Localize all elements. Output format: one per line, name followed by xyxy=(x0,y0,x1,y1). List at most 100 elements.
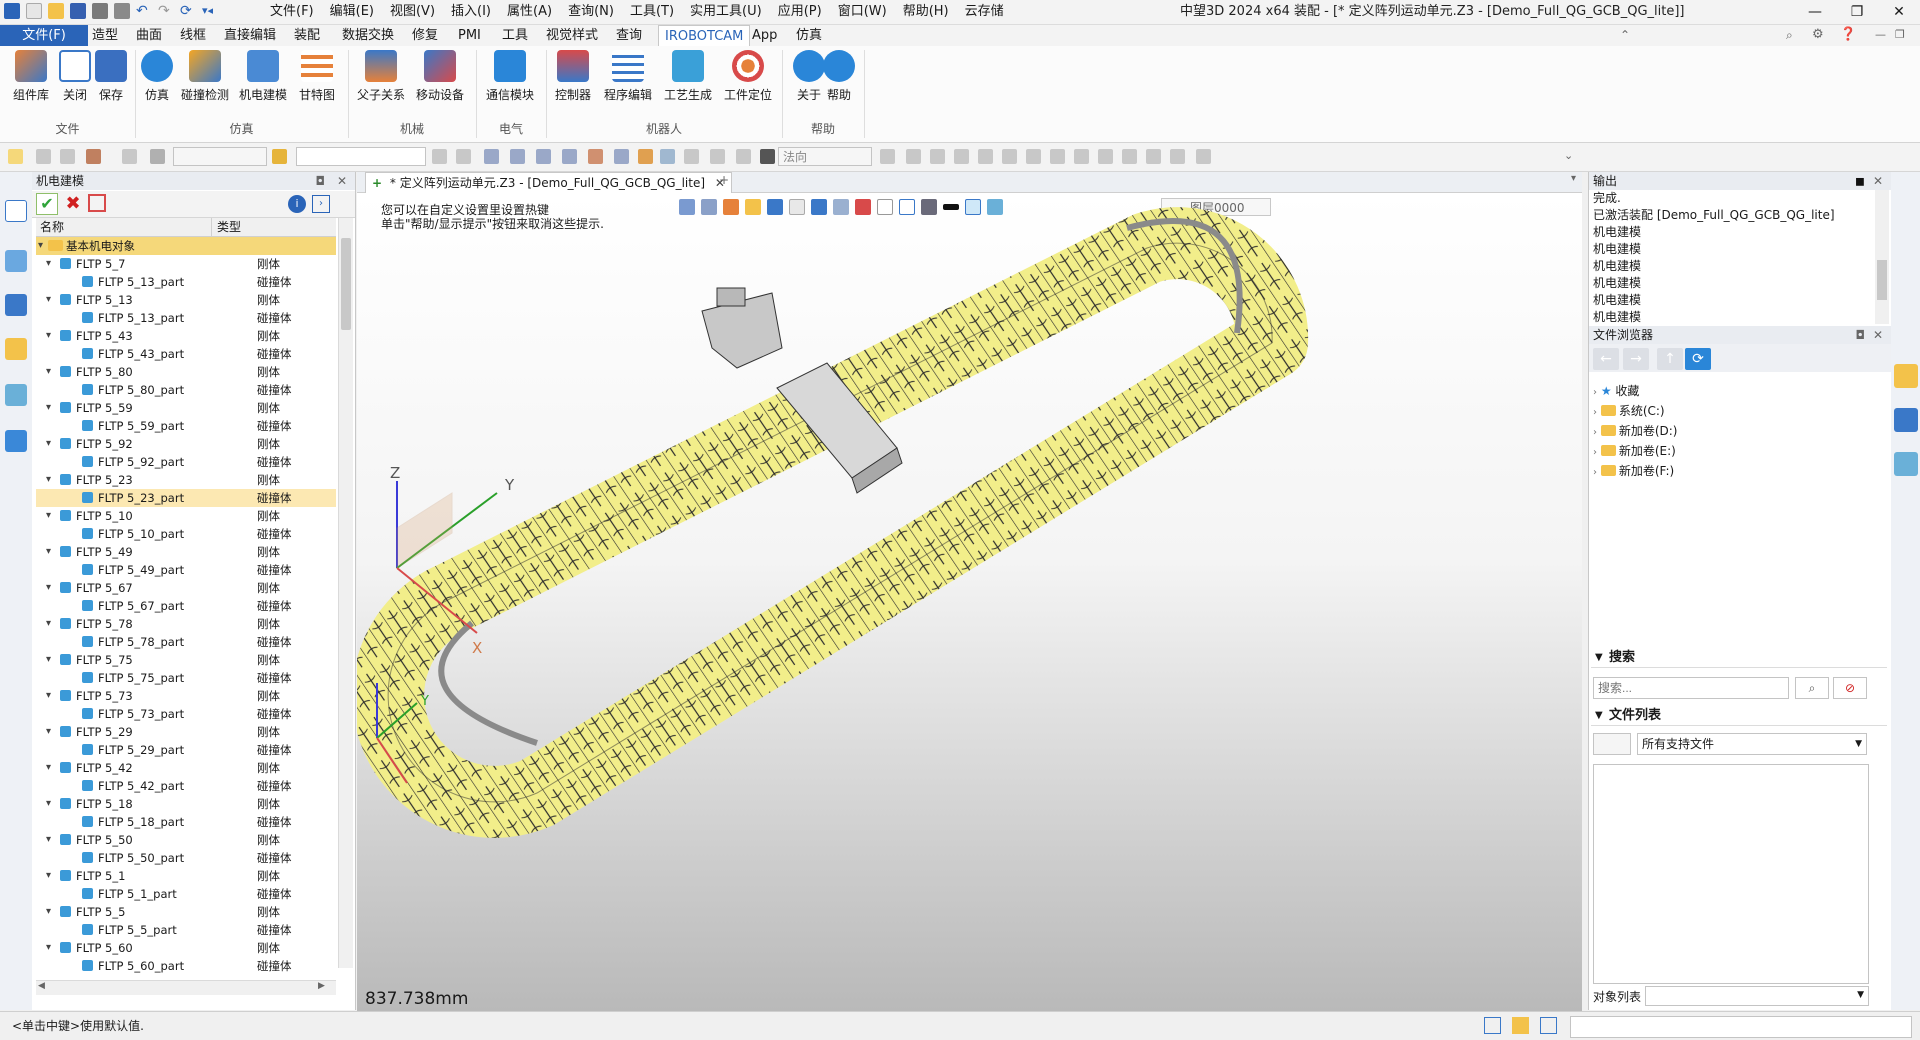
object-list-select[interactable]: ▼ xyxy=(1645,986,1869,1006)
menu-apps[interactable]: 应用(P) xyxy=(770,0,830,24)
view-tool-11-icon[interactable] xyxy=(1122,149,1137,164)
workpiece-position-button[interactable]: 工件定位 xyxy=(720,50,776,103)
command-input[interactable] xyxy=(1570,1016,1912,1038)
tree-row[interactable]: FLTP 5_29_part 碰撞体 xyxy=(36,741,336,759)
scrollbar-thumb[interactable] xyxy=(341,238,351,330)
apply-icon[interactable] xyxy=(88,194,106,212)
menu-help[interactable]: 帮助(H) xyxy=(895,0,957,24)
scroll-left-icon[interactable]: ◀ xyxy=(38,981,45,991)
close-browser-icon[interactable]: ✕ xyxy=(1873,326,1883,344)
scrollbar-thumb[interactable] xyxy=(1877,260,1887,300)
undo-icon[interactable]: ↶ xyxy=(136,3,152,19)
scroll-right-icon[interactable]: ▶ xyxy=(318,981,325,991)
view-tool-3-icon[interactable] xyxy=(930,149,945,164)
parts-view-icon[interactable] xyxy=(5,338,27,360)
view-mode-icon[interactable] xyxy=(1593,733,1631,755)
image-view-icon[interactable] xyxy=(5,384,27,406)
ribbon-minimize-icon[interactable]: — xyxy=(1875,28,1886,41)
tree-row[interactable]: ▾ FLTP 5_60 刚体 xyxy=(36,939,336,957)
tree-item-drive-e[interactable]: › 新加卷(E:) xyxy=(1593,442,1875,462)
toolbar-overflow-icon[interactable]: ⌄ xyxy=(1564,149,1573,162)
forward-icon[interactable]: → xyxy=(1623,348,1649,370)
menu-tools[interactable]: 工具(T) xyxy=(622,0,682,24)
tree-row[interactable]: FLTP 5_73_part 碰撞体 xyxy=(36,705,336,723)
status-view-2-icon[interactable] xyxy=(1512,1017,1529,1034)
search-section-header[interactable]: ▼ 搜索 xyxy=(1591,648,1887,668)
document-tab[interactable]: + * 定义阵列运动单元.Z3 - [Demo_Full_QG_GCB_QG_l… xyxy=(365,172,732,193)
tree-row[interactable]: ▾ FLTP 5_78 刚体 xyxy=(36,615,336,633)
tree-root[interactable]: ▾ 基本机电对象 xyxy=(36,237,336,255)
open-file-icon[interactable] xyxy=(48,3,64,19)
output-scrollbar[interactable] xyxy=(1875,190,1889,324)
tree-item-favorites[interactable]: › ★ 收藏 xyxy=(1593,382,1875,402)
tab-assembly[interactable]: 装配 xyxy=(288,25,326,46)
tree-row[interactable]: FLTP 5_23_part 碰撞体 xyxy=(36,489,336,507)
tree-row[interactable]: ▾ FLTP 5_18 刚体 xyxy=(36,795,336,813)
search-icon[interactable]: ⌕ xyxy=(1786,28,1793,43)
3d-viewport[interactable]: 您可以在自定义设置里设置热键 单击"帮助/显示提示"按钮来取消这些提示. 图层0… xyxy=(357,193,1582,1011)
filter-icon[interactable] xyxy=(86,149,101,164)
tab-tools[interactable]: 工具 xyxy=(496,25,534,46)
menu-file[interactable]: 文件(F) xyxy=(262,0,322,24)
menu-view[interactable]: 视图(V) xyxy=(382,0,443,24)
tree-row[interactable]: ▾ FLTP 5_10 刚体 xyxy=(36,507,336,525)
new-tab-icon[interactable]: + xyxy=(719,173,729,187)
print-icon[interactable] xyxy=(92,3,108,19)
tree-row[interactable]: ▾ FLTP 5_43 刚体 xyxy=(36,327,336,345)
tree-row[interactable]: FLTP 5_75_part 碰撞体 xyxy=(36,669,336,687)
controller-button[interactable]: 控制器 xyxy=(550,50,596,103)
tree-row[interactable]: ▾ FLTP 5_80 刚体 xyxy=(36,363,336,381)
file-list-section-header[interactable]: ▼ 文件列表 xyxy=(1591,706,1887,726)
pin-icon[interactable]: ◘ xyxy=(316,172,326,190)
tree-row[interactable]: FLTP 5_1_part 碰撞体 xyxy=(36,885,336,903)
tree-item-drive-f[interactable]: › 新加卷(F:) xyxy=(1593,462,1875,482)
layers-panel-icon[interactable] xyxy=(1894,452,1918,476)
align-tool-4-icon[interactable] xyxy=(562,149,577,164)
menu-insert[interactable]: 插入(I) xyxy=(443,0,499,24)
parent-child-button[interactable]: 父子关系 xyxy=(354,50,408,103)
file-search-input[interactable] xyxy=(1593,677,1789,699)
column-name-header[interactable]: 名称 xyxy=(40,218,64,236)
snap-toggle-icon[interactable] xyxy=(272,149,287,164)
tree-row[interactable]: FLTP 5_5_part 碰撞体 xyxy=(36,921,336,939)
tree-row[interactable]: ▾ FLTP 5_29 刚体 xyxy=(36,723,336,741)
view-tool-4-icon[interactable] xyxy=(954,149,969,164)
tree-row[interactable]: ▾ FLTP 5_50 刚体 xyxy=(36,831,336,849)
align-tool-9-icon[interactable] xyxy=(684,149,699,164)
mechatronic-tree-icon[interactable] xyxy=(5,200,27,222)
tree-row[interactable]: ▾ FLTP 5_7 刚体 xyxy=(36,255,336,273)
tab-simulation[interactable]: 仿真 xyxy=(790,25,828,46)
menu-cloud[interactable]: 云存储 xyxy=(957,0,1012,24)
align-tool-2-icon[interactable] xyxy=(510,149,525,164)
close-output-icon[interactable]: ✕ xyxy=(1873,172,1883,190)
direction-combo[interactable]: 法向 xyxy=(778,147,872,166)
tree-item-drive-d[interactable]: › 新加卷(D:) xyxy=(1593,422,1875,442)
tree-vertical-scrollbar[interactable] xyxy=(338,218,353,968)
tree-row[interactable]: FLTP 5_60_part 碰撞体 xyxy=(36,957,336,975)
view-tool-1-icon[interactable] xyxy=(880,149,895,164)
view-tool-9-icon[interactable] xyxy=(1074,149,1089,164)
up-icon[interactable]: ↑ xyxy=(1657,348,1683,370)
folder-panel-icon[interactable] xyxy=(1894,364,1918,388)
select-pointer-icon[interactable] xyxy=(8,149,23,164)
tree-row[interactable]: ▾ FLTP 5_42 刚体 xyxy=(36,759,336,777)
tab-app[interactable]: App xyxy=(746,25,783,46)
tree-row[interactable]: FLTP 5_43_part 碰撞体 xyxy=(36,345,336,363)
chevron-up-icon[interactable]: ⌃ xyxy=(1620,28,1630,42)
tree-row[interactable]: ▾ FLTP 5_13 刚体 xyxy=(36,291,336,309)
refresh-icon[interactable]: ⟳ xyxy=(180,3,196,19)
view-tool-6-icon[interactable] xyxy=(1002,149,1017,164)
tree-row[interactable]: ▾ FLTP 5_5 刚体 xyxy=(36,903,336,921)
help-icon[interactable]: ❓ xyxy=(1840,27,1856,42)
confirm-icon[interactable]: ✔ xyxy=(36,193,58,215)
save-icon[interactable] xyxy=(70,3,86,19)
search-icon[interactable]: ⌕ xyxy=(1795,677,1829,699)
lasso-icon[interactable] xyxy=(122,149,137,164)
print-preview-icon[interactable] xyxy=(114,3,130,19)
collision-detect-button[interactable]: 碰撞检测 xyxy=(178,50,232,103)
clear-search-icon[interactable]: ⊘ xyxy=(1833,677,1867,699)
view-tool-10-icon[interactable] xyxy=(1098,149,1113,164)
mechatronic-modeling-button[interactable]: 机电建模 xyxy=(236,50,290,103)
pin-icon[interactable]: ◘ xyxy=(1856,326,1866,344)
rotate-tool-icon[interactable] xyxy=(710,149,725,164)
